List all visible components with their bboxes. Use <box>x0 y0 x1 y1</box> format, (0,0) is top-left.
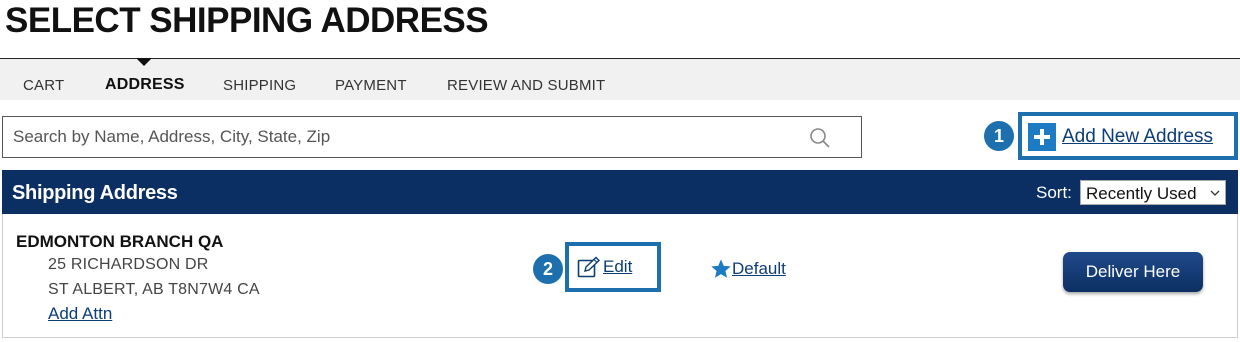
plus-icon <box>1028 123 1056 151</box>
edit-address-link[interactable]: Edit <box>577 256 632 278</box>
sort-value: Recently Used <box>1086 184 1197 203</box>
step-payment[interactable]: PAYMENT <box>335 77 407 94</box>
callout-marker-2: 2 <box>533 254 563 284</box>
add-attn-link[interactable]: Add Attn <box>48 304 112 324</box>
panel-title: Shipping Address <box>12 182 178 204</box>
callout-marker-1: 1 <box>984 121 1014 151</box>
search-icon[interactable] <box>809 127 831 149</box>
active-step-pointer <box>136 58 152 66</box>
deliver-here-button[interactable]: Deliver Here <box>1063 252 1203 292</box>
search-box <box>2 116 862 158</box>
address-name: EDMONTON BRANCH QA <box>16 232 224 251</box>
checkout-steps: CART ADDRESS SHIPPING PAYMENT REVIEW AND… <box>0 58 1240 100</box>
chevron-down-icon <box>1210 190 1220 196</box>
page-title: SELECT SHIPPING ADDRESS <box>5 1 489 40</box>
address-line-2: ST ALBERT, AB T8N7W4 CA <box>48 281 260 298</box>
step-shipping[interactable]: SHIPPING <box>223 77 296 94</box>
default-label: Default <box>732 259 786 278</box>
add-new-address-link[interactable]: Add New Address <box>1028 121 1213 153</box>
edit-icon <box>577 256 601 278</box>
sort-label: Sort: <box>1036 183 1072 202</box>
star-icon <box>711 259 731 278</box>
sort-select[interactable]: Recently Used <box>1080 180 1226 205</box>
set-default-link[interactable]: Default <box>710 258 786 280</box>
edit-label: Edit <box>603 257 633 276</box>
address-card: EDMONTON BRANCH QA 25 RICHARDSON DR ST A… <box>2 214 1238 338</box>
shipping-address-header: Shipping Address Sort: Recently Used <box>2 170 1238 214</box>
step-cart[interactable]: CART <box>23 77 64 94</box>
step-address[interactable]: ADDRESS <box>105 76 185 94</box>
address-line-1: 25 RICHARDSON DR <box>48 256 209 273</box>
step-review-and-submit[interactable]: REVIEW AND SUBMIT <box>447 77 605 94</box>
search-input[interactable] <box>3 117 793 157</box>
add-new-address-label: Add New Address <box>1062 126 1214 147</box>
